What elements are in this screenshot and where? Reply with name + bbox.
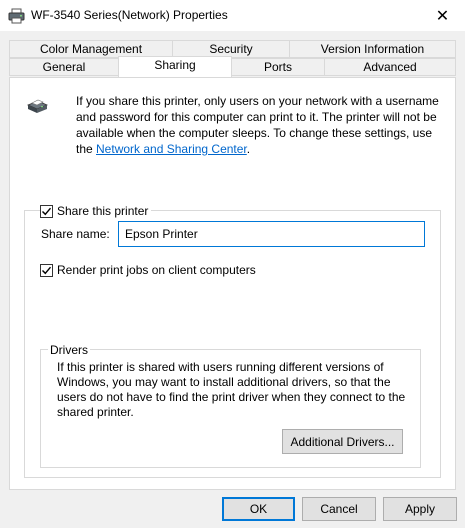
tab-sharing[interactable]: Sharing [118, 56, 232, 77]
network-sharing-center-link[interactable]: Network and Sharing Center [96, 142, 247, 156]
ok-button[interactable]: OK [222, 497, 295, 521]
cancel-button[interactable]: Cancel [302, 497, 376, 521]
share-printer-checkbox-row[interactable]: Share this printer [40, 204, 152, 218]
render-jobs-label: Render print jobs on client computers [57, 263, 256, 277]
printer-share-icon [26, 99, 48, 113]
checkmark-icon [42, 266, 52, 274]
tab-ports[interactable]: Ports [231, 58, 325, 76]
tab-version-information[interactable]: Version Information [289, 40, 456, 58]
share-name-label: Share name: [41, 227, 110, 241]
drivers-description: If this printer is shared with users run… [57, 360, 406, 419]
sharing-info-text: If you share this printer, only users on… [76, 94, 439, 156]
share-printer-label: Share this printer [57, 204, 149, 218]
tab-general[interactable]: General [9, 58, 119, 76]
close-button[interactable]: ✕ [420, 0, 465, 31]
window-title: WF-3540 Series(Network) Properties [31, 8, 228, 22]
share-printer-checkbox[interactable] [40, 204, 53, 218]
checkmark-icon [42, 207, 52, 215]
render-jobs-checkbox-row[interactable]: Render print jobs on client computers [40, 263, 259, 277]
apply-button[interactable]: Apply [383, 497, 457, 521]
share-name-input[interactable] [118, 221, 425, 247]
additional-drivers-button[interactable]: Additional Drivers... [282, 429, 403, 454]
title-bar: WF-3540 Series(Network) Properties ✕ [0, 0, 465, 31]
render-jobs-checkbox[interactable] [40, 263, 53, 277]
close-icon: ✕ [435, 7, 450, 25]
drivers-legend: Drivers [48, 343, 90, 357]
tab-advanced[interactable]: Advanced [324, 58, 456, 76]
printer-icon [8, 8, 25, 24]
